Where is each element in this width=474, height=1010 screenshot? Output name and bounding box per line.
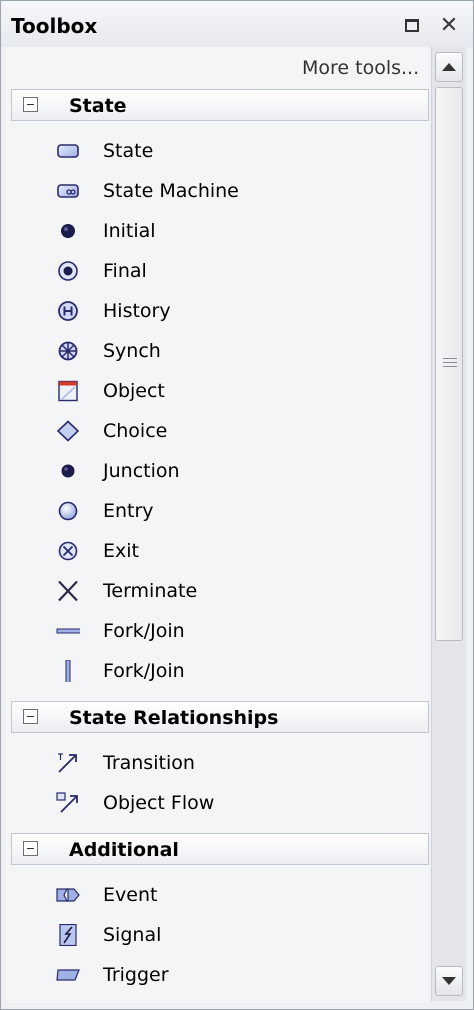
tool-item-junction[interactable]: Junction xyxy=(46,451,426,491)
tool-item-trigger[interactable]: Trigger xyxy=(46,955,426,995)
final-icon xyxy=(58,261,78,281)
collapse-icon[interactable] xyxy=(23,709,38,724)
group-title: State xyxy=(69,95,127,117)
transition-icon xyxy=(58,753,77,773)
tool-item-label: Synch xyxy=(103,340,161,362)
tool-item-fork-join-vertical[interactable]: Fork/Join xyxy=(46,651,426,691)
initial-icon xyxy=(61,224,75,238)
tool-item-exit[interactable]: Exit xyxy=(46,531,426,571)
tool-item-state[interactable]: State xyxy=(46,131,426,171)
signal-icon xyxy=(59,924,77,946)
tool-item-label: Final xyxy=(103,260,147,282)
scroll-thumb[interactable] xyxy=(435,87,463,641)
tool-item-state-machine[interactable]: State Machine xyxy=(46,171,426,211)
group-header-additional[interactable]: Additional xyxy=(11,833,429,865)
group-header-state-relationships[interactable]: State Relationships xyxy=(11,701,429,733)
tool-item-history[interactable]: History xyxy=(46,291,426,331)
tool-item-entry[interactable]: Entry xyxy=(46,491,426,531)
tool-item-label: Transition xyxy=(103,752,195,774)
collapse-icon[interactable] xyxy=(23,97,38,112)
tool-item-label: Object Flow xyxy=(103,792,215,814)
tool-item-initial[interactable]: Initial xyxy=(46,211,426,251)
tool-item-label: Initial xyxy=(103,220,156,242)
close-icon[interactable]: ✕ xyxy=(436,12,462,38)
grip-icon xyxy=(443,358,457,368)
tool-item-label: Trigger xyxy=(103,964,169,986)
tool-item-signal[interactable]: Signal xyxy=(46,915,426,955)
tool-item-label: Fork/Join xyxy=(103,620,185,642)
event-icon xyxy=(56,888,80,902)
restore-window-icon[interactable] xyxy=(399,12,425,38)
scroll-up-button[interactable] xyxy=(435,52,463,82)
tool-item-label: Object xyxy=(103,380,165,402)
synch-icon xyxy=(58,341,78,361)
vertical-scrollbar[interactable] xyxy=(431,47,466,1001)
tool-item-object[interactable]: Object xyxy=(46,371,426,411)
tool-item-label: Signal xyxy=(103,924,162,946)
tool-item-label: Entry xyxy=(103,500,154,522)
junction-icon xyxy=(61,464,75,478)
exit-icon xyxy=(58,541,78,561)
tool-item-terminate[interactable]: Terminate xyxy=(46,571,426,611)
toolbox-content: More tools... State State State Machine xyxy=(6,47,429,1003)
tool-item-label: Junction xyxy=(103,460,180,482)
object-flow-icon xyxy=(56,792,78,813)
scroll-down-button[interactable] xyxy=(435,966,463,996)
tool-item-label: Choice xyxy=(103,420,168,442)
choice-icon xyxy=(56,420,80,442)
tool-item-synch[interactable]: Synch xyxy=(46,331,426,371)
arrow-up-icon xyxy=(442,63,456,71)
collapse-icon[interactable] xyxy=(23,841,38,856)
toolbox-panel: Toolbox ✕ More tools... State State Stat… xyxy=(0,0,474,1010)
history-icon xyxy=(58,301,78,321)
fork-join-horizontal-icon xyxy=(56,628,80,634)
tool-item-event[interactable]: Event xyxy=(46,875,426,915)
arrow-down-icon xyxy=(442,977,456,985)
tool-item-label: Fork/Join xyxy=(103,660,185,682)
tool-item-label: Terminate xyxy=(103,580,198,602)
tool-item-label: History xyxy=(103,300,171,322)
tool-item-label: Exit xyxy=(103,540,139,562)
terminate-icon xyxy=(58,580,78,602)
entry-icon xyxy=(58,501,78,521)
tool-item-final[interactable]: Final xyxy=(46,251,426,291)
tool-item-label: State xyxy=(103,140,154,162)
state-icon xyxy=(57,144,79,158)
more-tools-link[interactable]: More tools... xyxy=(302,57,419,79)
group-title: Additional xyxy=(69,839,179,861)
group-header-state[interactable]: State xyxy=(11,89,429,121)
tool-item-fork-join-horizontal[interactable]: Fork/Join xyxy=(46,611,426,651)
object-icon xyxy=(58,380,78,402)
tool-item-label: State Machine xyxy=(103,180,239,202)
tool-item-transition[interactable]: Transition xyxy=(46,743,426,783)
tool-item-choice[interactable]: Choice xyxy=(46,411,426,451)
state-machine-icon xyxy=(57,184,79,198)
tool-item-object-flow[interactable]: Object Flow xyxy=(46,783,426,823)
title-bar: Toolbox ✕ xyxy=(1,1,473,47)
tool-item-label: Event xyxy=(103,884,158,906)
fork-join-vertical-icon xyxy=(65,660,71,682)
group-title: State Relationships xyxy=(69,707,279,729)
trigger-icon xyxy=(56,969,80,981)
panel-title: Toolbox xyxy=(11,14,98,38)
